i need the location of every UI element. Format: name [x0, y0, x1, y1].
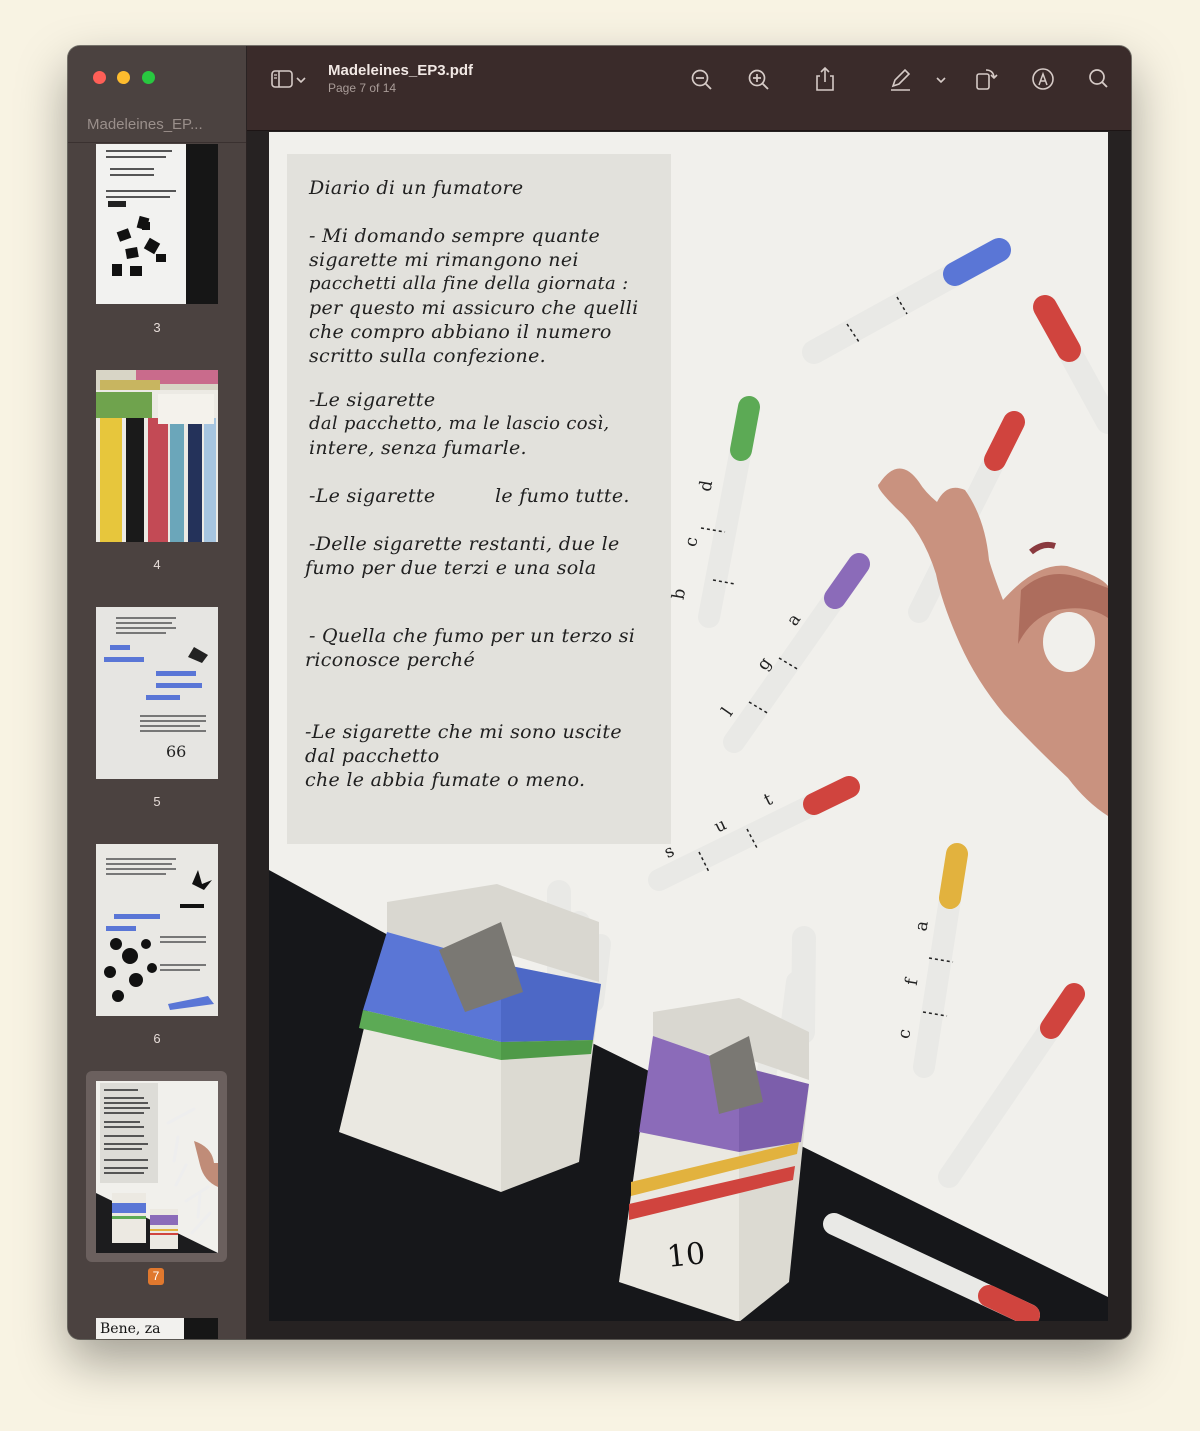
note-line: dal pacchetto, ma le lascio così,: [309, 413, 610, 434]
note-line: -Le sigarette: [309, 389, 436, 411]
note-line: per questo mi assicuro che quelli: [309, 297, 639, 319]
thumbnail-art: [104, 858, 214, 1010]
cigarette: [802, 238, 1011, 364]
note-line: - Mi domando sempre quante: [309, 225, 601, 247]
note-line: - Quella che fumo per un terzo si: [309, 625, 636, 647]
page-thumbnail-8[interactable]: Bene, za: [96, 1318, 218, 1339]
document-canvas[interactable]: Diario di un fumatore - Mi domando sempr…: [247, 131, 1131, 1339]
pack-number: 10: [665, 1236, 707, 1275]
note-line: scritto sulla confezione.: [309, 345, 546, 367]
hand-illustration: [878, 468, 1108, 816]
page-thumbnail-5[interactable]: 66: [96, 607, 218, 779]
thumbnail-sidebar: Madeleines_EP... 3 4 66 5 6 7 Bene, za: [68, 46, 247, 1339]
note-line: -Le sigarette: [309, 485, 436, 507]
note-line: intere, senza fumarle.: [309, 437, 527, 459]
chevron-down-icon[interactable]: [293, 65, 309, 93]
thumbnail-art: 66: [104, 617, 208, 761]
chevron-down-icon[interactable]: [933, 65, 949, 93]
page-thumbnail-6[interactable]: [96, 844, 218, 1016]
note-line: le fumo tutte.: [495, 485, 630, 507]
note-line: che compro abbiano il numero: [309, 321, 612, 343]
zoom-out-icon[interactable]: [686, 65, 718, 93]
note-line: fumo per due terzi e una sola: [305, 557, 597, 579]
page-number-4: 4: [153, 557, 161, 572]
sidebar-title: Madeleines_EP...: [68, 108, 246, 143]
page-thumbnail-7[interactable]: [96, 1081, 218, 1253]
note-title: Diario di un fumatore: [309, 177, 524, 199]
diary-note: Diario di un fumatore - Mi domando sempr…: [287, 154, 671, 844]
zoom-in-icon[interactable]: [743, 65, 775, 93]
svg-text:66: 66: [166, 742, 186, 761]
rotate-icon[interactable]: [970, 65, 1002, 93]
page-number-7: 7: [148, 1268, 164, 1285]
note-line: pacchetti alla fine della giornata :: [309, 273, 629, 294]
zoom-window-button[interactable]: [142, 71, 155, 84]
search-icon[interactable]: [1083, 65, 1115, 93]
cigarette-pack-small: [619, 926, 816, 1321]
note-line: dal pacchetto: [305, 745, 440, 767]
thumbnail-art: [96, 1083, 218, 1253]
page-number-5: 5: [153, 794, 161, 809]
minimize-window-button[interactable]: [117, 71, 130, 84]
page-thumbnail-4[interactable]: [96, 370, 218, 542]
annotate-icon[interactable]: [1027, 65, 1059, 93]
note-line: -Delle sigarette restanti, due le: [309, 533, 620, 555]
note-line: sigarette mi rimangono nei: [309, 249, 579, 271]
markup-pen-icon[interactable]: [884, 65, 916, 93]
page-indicator: Page 7 of 14: [328, 81, 397, 95]
page-number-6: 6: [153, 1031, 161, 1046]
preview-window: Madeleines_EP... 3 4 66 5 6 7 Bene, za M…: [68, 46, 1131, 1339]
thumbnail-art: [184, 1318, 218, 1339]
page-thumbnail-3[interactable]: [96, 144, 218, 304]
page-number-3: 3: [153, 320, 161, 335]
pdf-page: Diario di un fumatore - Mi domando sempr…: [269, 132, 1108, 1321]
close-window-button[interactable]: [93, 71, 106, 84]
note-line: -Le sigarette che mi sono uscite: [305, 721, 622, 743]
thumbnail-peek-text: Bene, za: [100, 1321, 161, 1337]
thumbnail-art: [96, 370, 218, 542]
note-line: riconosce perché: [305, 649, 476, 671]
toolbar: Madeleines_EP3.pdf Page 7 of 14: [247, 46, 1131, 131]
share-icon[interactable]: [809, 65, 841, 93]
note-line: che le abbia fumate o meno.: [305, 769, 586, 791]
document-title: Madeleines_EP3.pdf: [328, 62, 474, 79]
thumbnail-art: [106, 144, 218, 304]
